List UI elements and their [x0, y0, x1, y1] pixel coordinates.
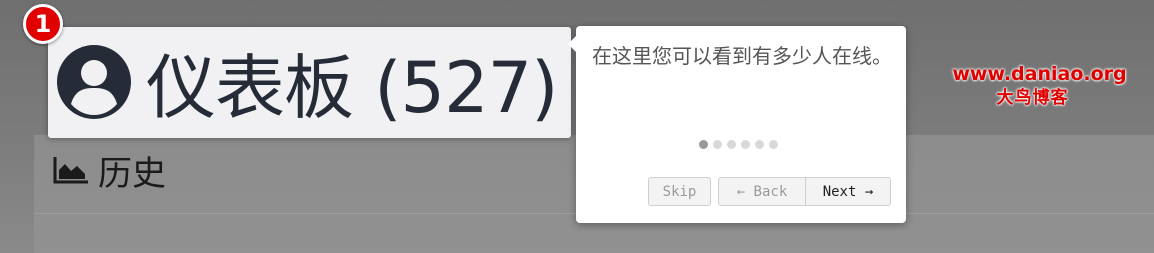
user-circle-icon [56, 44, 132, 120]
step-badge: 1 [23, 4, 63, 44]
dashboard-heading: 仪表板 (527) [56, 30, 558, 134]
tour-step-dot[interactable] [755, 140, 764, 149]
skip-button[interactable]: Skip [648, 177, 711, 206]
tooltip-arrow [568, 36, 576, 52]
tour-tooltip: 在这里您可以看到有多少人在线。 Skip ← Back Next → [568, 26, 906, 223]
tour-step-dot[interactable] [769, 140, 778, 149]
tour-text: 在这里您可以看到有多少人在线。 [592, 44, 892, 68]
tour-step-dot[interactable] [699, 140, 708, 149]
tour-step-dot[interactable] [713, 140, 722, 149]
area-chart-icon [52, 155, 90, 185]
watermark: www.daniao.org 大鸟博客 [947, 62, 1132, 110]
history-title: 历史 [98, 153, 166, 194]
tour-step-dot[interactable] [741, 140, 750, 149]
dashboard-title: 仪表板 (527) [146, 46, 558, 129]
tour-step-dot[interactable] [727, 140, 736, 149]
next-button[interactable]: Next → [805, 177, 891, 206]
back-button[interactable]: ← Back [718, 177, 806, 206]
watermark-url: www.daniao.org [952, 63, 1127, 85]
watermark-name: 大鸟博客 [996, 88, 1069, 108]
tour-progress-dots [699, 140, 778, 149]
history-heading: 历史 [52, 148, 166, 194]
